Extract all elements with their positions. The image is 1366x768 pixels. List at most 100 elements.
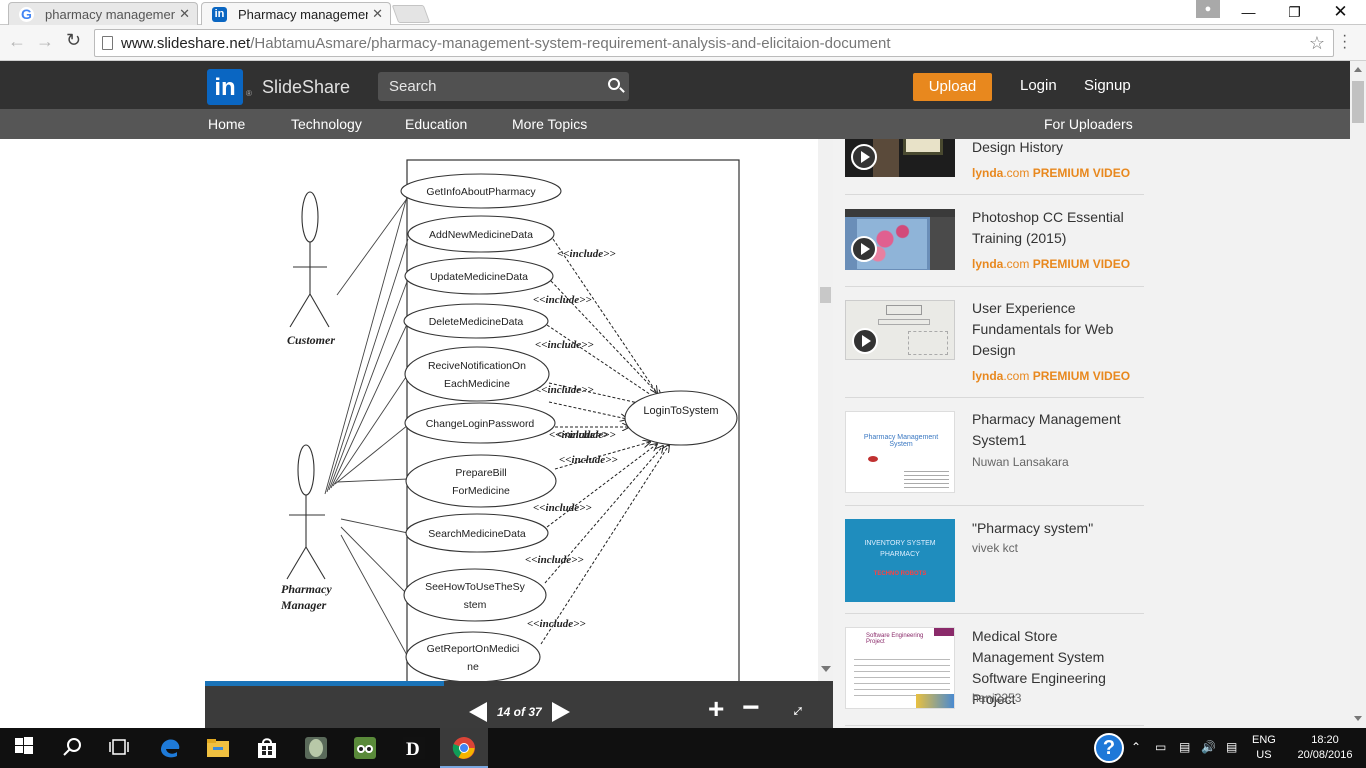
nav-home[interactable]: Home — [208, 116, 245, 132]
tripadvisor-icon[interactable] — [353, 736, 377, 760]
action-center-icon[interactable]: ▤ — [1226, 740, 1237, 754]
tab-google-search[interactable]: G pharmacy management sy ✕ — [8, 2, 198, 25]
category-nav: Home Technology Education More Topics Fo… — [0, 109, 1350, 139]
related-author: vivek kct — [972, 541, 1019, 555]
usecase-label: GetInfoAboutPharmacy — [426, 186, 536, 198]
slide-thumbnail: Pharmacy Management System — [845, 411, 955, 493]
zoom-out-icon[interactable]: − — [742, 693, 760, 723]
input-language[interactable]: ENG US — [1252, 733, 1276, 763]
signup-link[interactable]: Signup — [1084, 77, 1131, 94]
address-bar[interactable]: www.slideshare.net/HabtamuAsmare/pharmac… — [94, 29, 1334, 57]
slide-scrollbar-thumb[interactable] — [820, 287, 831, 303]
tab-label: pharmacy management sy — [45, 7, 175, 22]
maximize-button[interactable]: ❐ — [1272, 2, 1317, 22]
close-window-button[interactable]: ✕ — [1318, 2, 1363, 22]
related-item[interactable]: Photoshop CC Essential Training (2015) l… — [845, 196, 1144, 287]
bookmark-star-icon[interactable]: ☆ — [1309, 33, 1325, 54]
edge-browser-icon[interactable] — [158, 736, 182, 760]
close-tab-icon[interactable]: ✕ — [372, 6, 383, 22]
user-icon[interactable]: ● — [1196, 0, 1220, 18]
search-input[interactable]: Search — [378, 72, 629, 101]
pharmacy-manager-actor — [286, 444, 326, 580]
play-icon[interactable] — [851, 144, 877, 170]
thumbnail-title: Software Engineering Project — [866, 633, 924, 645]
scroll-up-arrow-icon[interactable] — [1354, 67, 1362, 72]
page-scrollbar-thumb[interactable] — [1352, 81, 1364, 123]
related-author: Nuwan Lansakara — [972, 455, 1069, 469]
related-title: Photoshop CC Essential Training (2015) — [972, 209, 1124, 246]
nav-education[interactable]: Education — [405, 116, 467, 132]
related-item[interactable]: Design History lynda.com PREMIUM VIDEO — [845, 139, 1144, 195]
source-domain: .com — [1003, 257, 1030, 271]
region-code: US — [1256, 749, 1272, 761]
related-source: lynda.com PREMIUM VIDEO — [972, 257, 1130, 271]
include-arrow — [552, 238, 657, 393]
logo-text[interactable]: SlideShare — [262, 77, 350, 98]
store-icon[interactable] — [255, 736, 279, 760]
page-scrollbar[interactable] — [1350, 61, 1366, 728]
related-item[interactable]: Software Engineering Project Medical Sto… — [845, 614, 1144, 726]
battery-icon[interactable]: ▭ — [1155, 740, 1166, 754]
related-item[interactable]: INVENTORY SYSTEM PHARMACY TECHNO ROBOTS … — [845, 506, 1144, 614]
related-title: Design History — [972, 139, 1064, 155]
zoom-in-icon[interactable]: + — [708, 695, 724, 723]
include-label: <<include>> — [557, 429, 616, 441]
search-icon[interactable] — [62, 736, 86, 760]
chrome-menu-icon[interactable]: · · · — [1342, 28, 1347, 56]
windows-start-icon[interactable] — [14, 736, 38, 760]
nav-technology[interactable]: Technology — [291, 116, 362, 132]
usecase-ellipse — [404, 346, 550, 402]
login-link[interactable]: Login — [1020, 77, 1057, 94]
login-to-system-label: LoginToSystem — [643, 405, 718, 417]
search-icon[interactable] — [608, 78, 620, 90]
slide-viewer[interactable]: Customer Pharmacy Manager <<include>> <<i… — [205, 139, 818, 681]
nav-for-uploaders[interactable]: For Uploaders — [1044, 116, 1133, 132]
show-hidden-icons[interactable]: ⌃ — [1131, 740, 1141, 754]
file-explorer-icon[interactable] — [206, 736, 230, 760]
slide-controls: 14 of 37 + − ↕ — [205, 686, 833, 728]
slide-scrollbar[interactable] — [818, 139, 833, 681]
fullscreen-icon[interactable]: ↕ — [788, 700, 810, 721]
linkedin-icon: in — [212, 7, 227, 22]
forward-arrow-icon[interactable]: → — [36, 31, 54, 52]
usecase-label: DeleteMedicineData — [429, 316, 524, 328]
new-tab-button[interactable] — [391, 5, 431, 23]
next-slide-button[interactable] — [552, 702, 570, 722]
usecase-label: UpdateMedicineData — [430, 271, 528, 283]
help-icon[interactable]: ? — [1094, 733, 1124, 763]
nav-more-topics[interactable]: More Topics — [512, 116, 587, 132]
related-item[interactable]: User Experience Fundamentals for Web Des… — [845, 287, 1144, 398]
usecase-label: stem — [464, 599, 487, 611]
dictionary-app-icon[interactable]: D — [402, 736, 426, 760]
usecase-label: SearchMedicineData — [428, 528, 526, 540]
reload-icon[interactable]: ↻ — [66, 30, 81, 51]
evernote-icon[interactable] — [304, 736, 328, 760]
chrome-taskbar-button[interactable] — [440, 728, 488, 768]
back-arrow-icon[interactable]: ← — [8, 31, 26, 52]
play-icon[interactable] — [852, 328, 878, 354]
minimize-button[interactable]: — — [1226, 2, 1271, 22]
scroll-down-arrow-icon[interactable] — [821, 666, 831, 672]
linkedin-logo[interactable]: in — [207, 69, 243, 105]
task-view-icon[interactable] — [108, 736, 132, 760]
clock-time: 18:20 — [1311, 734, 1339, 746]
tab-slideshare[interactable]: in Pharmacy management sy ✕ — [201, 2, 391, 25]
source-badge: PREMIUM VIDEO — [1032, 257, 1131, 271]
play-icon[interactable] — [851, 236, 877, 262]
usecase-label: AddNewMedicineData — [429, 229, 533, 241]
include-label: <<include>> — [525, 554, 584, 566]
related-item[interactable]: Pharmacy Management System Pharmacy Mana… — [845, 398, 1144, 506]
related-slideshows: Design History lynda.com PREMIUM VIDEO P… — [833, 139, 1350, 728]
close-tab-icon[interactable]: ✕ — [179, 6, 190, 22]
upload-button[interactable]: Upload — [913, 73, 992, 101]
source-brand: lynda — [972, 369, 1004, 383]
network-icon[interactable]: ▤ — [1179, 740, 1190, 754]
volume-icon[interactable]: 🔊 — [1201, 740, 1216, 754]
related-author: hani2253 — [972, 691, 1022, 705]
previous-slide-button[interactable] — [469, 702, 487, 722]
include-label: <<include>> — [533, 294, 592, 306]
clock[interactable]: 18:20 20/08/2016 — [1290, 733, 1360, 763]
scroll-down-arrow-icon[interactable] — [1354, 716, 1362, 721]
association-line — [324, 192, 409, 495]
usecase-label: EachMedicine — [444, 378, 510, 390]
